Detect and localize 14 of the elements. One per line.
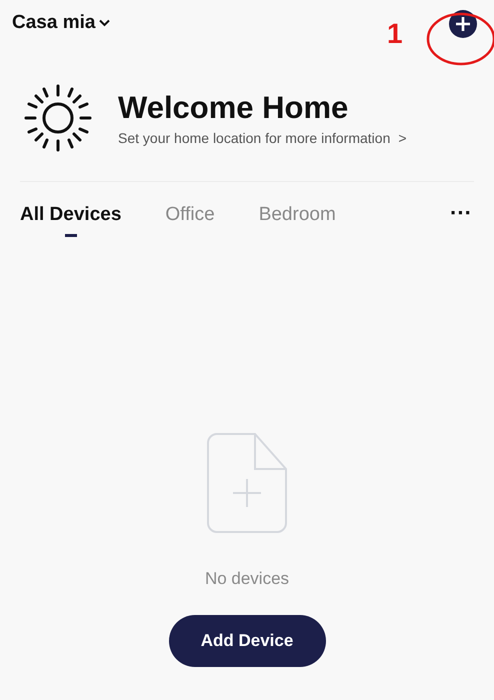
empty-message: No devices xyxy=(204,569,290,589)
home-selector[interactable]: Casa mia xyxy=(12,12,110,34)
caret-icon xyxy=(99,19,110,27)
empty-file-icon xyxy=(207,433,287,533)
welcome-title: Welcome Home xyxy=(118,90,350,126)
annotation-number: 1 xyxy=(387,18,403,50)
add-icon[interactable] xyxy=(448,9,478,39)
sun-icon xyxy=(22,82,94,154)
room-tab[interactable]: All Devices xyxy=(20,204,122,226)
add-device-button[interactable]: Add Device xyxy=(168,615,326,667)
tab-indicator xyxy=(64,234,77,237)
chevron-icon[interactable]: > xyxy=(398,130,407,146)
location-prompt[interactable]: Set your home location for more information xyxy=(118,130,390,146)
more-menu[interactable]: ··· xyxy=(450,200,472,226)
